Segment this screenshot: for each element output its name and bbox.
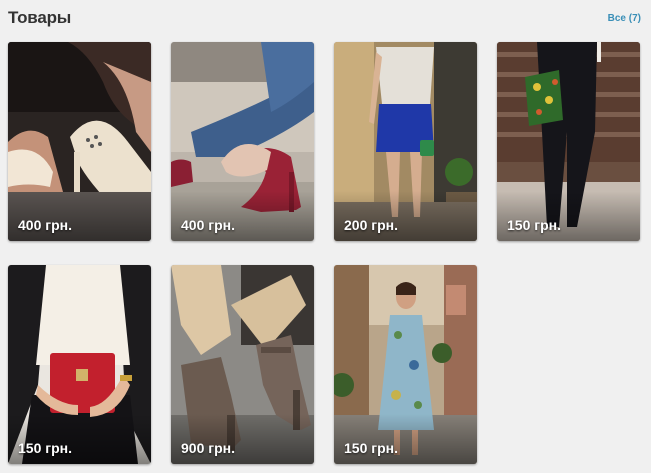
product-price: 400 грн. xyxy=(18,217,72,233)
product-card[interactable]: 150 грн. xyxy=(334,265,477,464)
product-card[interactable]: 400 грн. xyxy=(171,42,314,241)
product-price: 400 грн. xyxy=(181,217,235,233)
section-header: Товары Все (7) xyxy=(8,8,641,32)
product-card[interactable]: 150 грн. xyxy=(8,265,151,464)
products-grid: 400 грн. 400 грн. 200 грн. 150 грн. 150 … xyxy=(8,42,648,472)
section-title: Товары xyxy=(8,8,72,27)
product-price: 200 грн. xyxy=(344,217,398,233)
product-price: 150 грн. xyxy=(344,440,398,456)
product-card[interactable]: 200 грн. xyxy=(334,42,477,241)
product-price: 150 грн. xyxy=(18,440,72,456)
product-card[interactable]: 150 грн. xyxy=(497,42,640,241)
product-card[interactable]: 900 грн. xyxy=(171,265,314,464)
product-card[interactable]: 400 грн. xyxy=(8,42,151,241)
product-price: 150 грн. xyxy=(507,217,561,233)
view-all-link[interactable]: Все (7) xyxy=(608,13,641,24)
product-price: 900 грн. xyxy=(181,440,235,456)
